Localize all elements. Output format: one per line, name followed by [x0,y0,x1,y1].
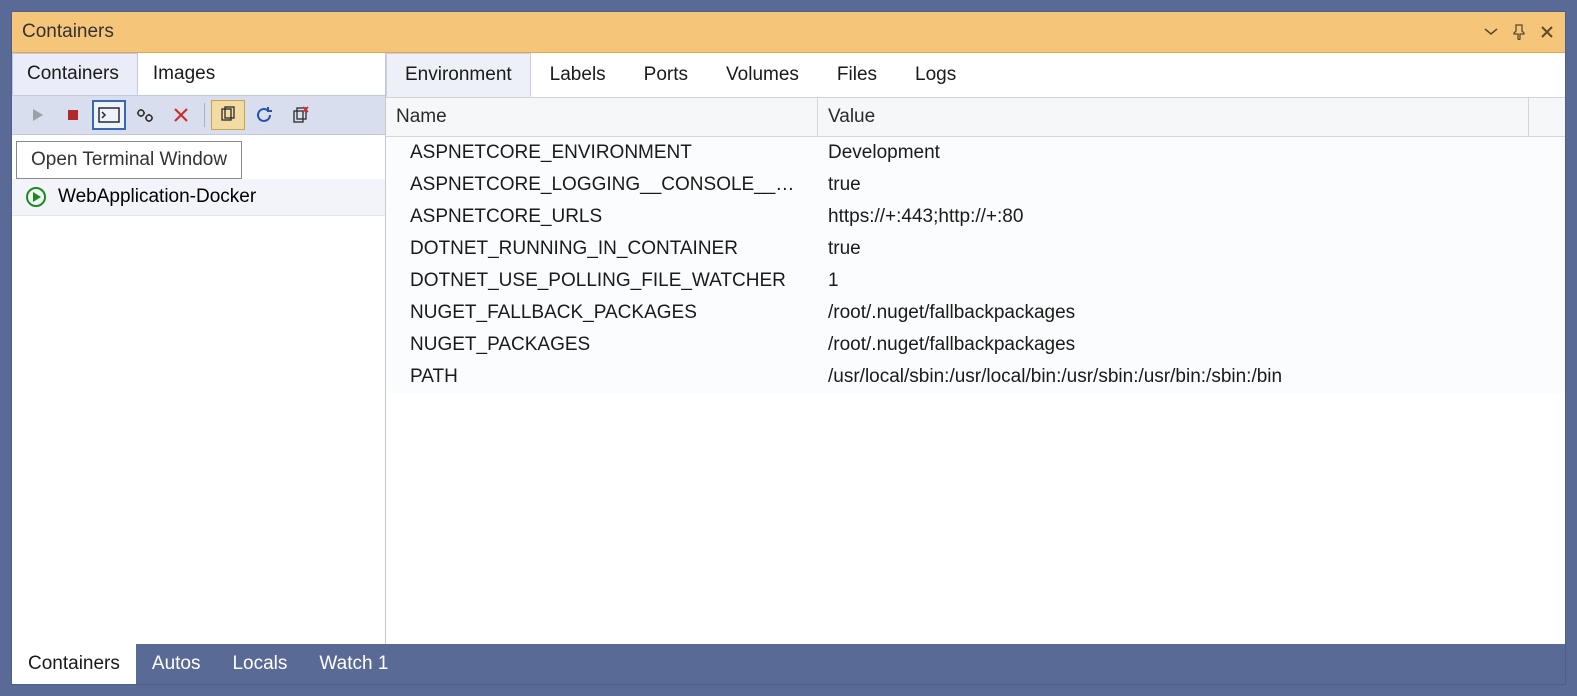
btab-containers[interactable]: Containers [12,644,136,684]
running-icon [26,187,46,207]
env-name: NUGET_FALLBACK_PACKAGES [386,302,818,324]
btab-watch1[interactable]: Watch 1 [303,644,404,684]
env-name: NUGET_PACKAGES [386,334,818,356]
env-value: /root/.nuget/fallbackpackages [818,302,1565,324]
tab-labels[interactable]: Labels [531,53,625,97]
containers-panel: Containers Containers Images [11,11,1566,685]
env-row[interactable]: DOTNET_RUNNING_IN_CONTAINERtrue [386,233,1565,265]
env-row[interactable]: NUGET_PACKAGES/root/.nuget/fallbackpacka… [386,329,1565,361]
bottom-tabs: Containers Autos Locals Watch 1 [12,644,1565,684]
left-toolbar [12,95,385,135]
grid-body: ASPNETCORE_ENVIRONMENTDevelopmentASPNETC… [386,137,1565,644]
tab-logs[interactable]: Logs [896,53,975,97]
left-pane: Containers Images [12,53,386,644]
container-list: WebApplication-Docker [12,179,385,644]
env-value: Development [818,142,1565,164]
env-value: true [818,174,1565,196]
title-text: Containers [22,21,1483,43]
title-controls [1483,24,1555,40]
btab-locals[interactable]: Locals [216,644,303,684]
env-name: DOTNET_RUNNING_IN_CONTAINER [386,238,818,260]
col-spacer [1529,98,1565,136]
detail-tabs: Environment Labels Ports Volumes Files L… [386,53,1565,98]
container-row[interactable]: WebApplication-Docker [12,179,385,216]
dropdown-icon[interactable] [1483,24,1499,40]
col-name[interactable]: Name [386,98,818,136]
env-name: ASPNETCORE_URLS [386,206,818,228]
pin-icon[interactable] [1511,24,1527,40]
env-value: 1 [818,270,1565,292]
right-pane: Environment Labels Ports Volumes Files L… [386,53,1565,644]
tab-ports[interactable]: Ports [625,53,707,97]
env-row[interactable]: PATH/usr/local/sbin:/usr/local/bin:/usr/… [386,361,1565,393]
tooltip: Open Terminal Window [16,141,385,179]
btab-autos[interactable]: Autos [136,644,217,684]
toolbar-separator [204,103,205,127]
container-name: WebApplication-Docker [58,186,256,208]
tab-images[interactable]: Images [138,53,234,95]
start-button[interactable] [20,100,54,130]
env-name: PATH [386,366,818,388]
env-row[interactable]: NUGET_FALLBACK_PACKAGES/root/.nuget/fall… [386,297,1565,329]
tab-files[interactable]: Files [818,53,896,97]
env-value: true [818,238,1565,260]
col-value[interactable]: Value [818,98,1529,136]
close-icon[interactable] [1539,24,1555,40]
tooltip-text: Open Terminal Window [16,141,242,179]
title-bar: Containers [12,12,1565,53]
env-row[interactable]: ASPNETCORE_LOGGING__CONSOLE__DISA...true [386,169,1565,201]
env-value: /usr/local/sbin:/usr/local/bin:/usr/sbin… [818,366,1565,388]
terminal-button[interactable] [92,100,126,130]
env-row[interactable]: DOTNET_USE_POLLING_FILE_WATCHER1 [386,265,1565,297]
env-row[interactable]: ASPNETCORE_ENVIRONMENTDevelopment [386,137,1565,169]
tab-volumes[interactable]: Volumes [707,53,818,97]
env-name: ASPNETCORE_ENVIRONMENT [386,142,818,164]
settings-button[interactable] [128,100,162,130]
stop-button[interactable] [56,100,90,130]
copy-button[interactable] [211,100,245,130]
prune-button[interactable] [283,100,317,130]
tab-environment[interactable]: Environment [386,53,531,97]
work-area: Containers Images [12,53,1565,644]
refresh-button[interactable] [247,100,281,130]
env-row[interactable]: ASPNETCORE_URLShttps://+:443;http://+:80 [386,201,1565,233]
grid-header: Name Value [386,98,1565,137]
delete-button[interactable] [164,100,198,130]
env-value: /root/.nuget/fallbackpackages [818,334,1565,356]
left-tabs: Containers Images [12,53,385,95]
tab-containers[interactable]: Containers [12,53,138,95]
env-name: DOTNET_USE_POLLING_FILE_WATCHER [386,270,818,292]
env-value: https://+:443;http://+:80 [818,206,1565,228]
env-name: ASPNETCORE_LOGGING__CONSOLE__DISA... [386,174,818,196]
